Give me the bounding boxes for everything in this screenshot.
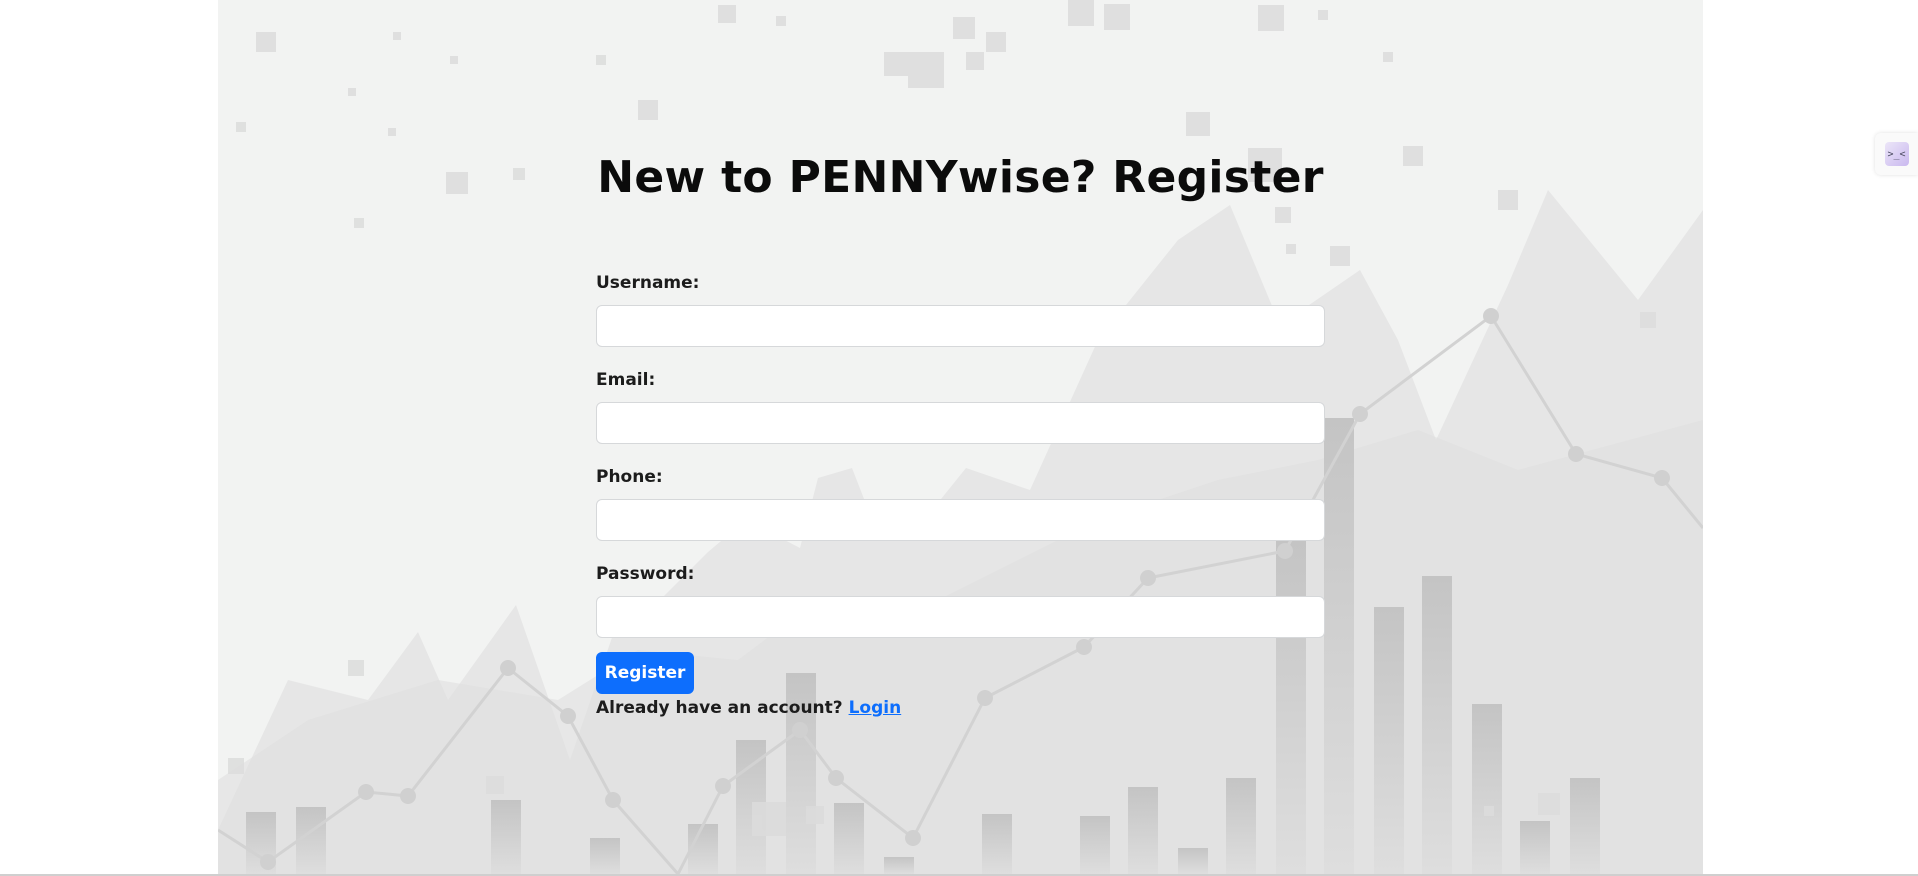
- phone-input[interactable]: [596, 499, 1325, 541]
- password-label: Password:: [596, 564, 695, 584]
- login-prompt: Already have an account? Login: [596, 698, 1325, 718]
- username-label: Username:: [596, 273, 700, 293]
- login-link[interactable]: Login: [849, 698, 902, 718]
- email-label: Email:: [596, 370, 656, 390]
- register-form: Username: Email: Phone: Password: Regist…: [596, 270, 1325, 718]
- email-input[interactable]: [596, 402, 1325, 444]
- password-input[interactable]: [596, 596, 1325, 638]
- register-button[interactable]: Register: [596, 652, 694, 694]
- terminal-icon: >_<: [1884, 142, 1909, 166]
- page-title: New to PENNYwise? Register: [597, 152, 1324, 203]
- side-widget-button[interactable]: >_<: [1875, 133, 1918, 175]
- username-input[interactable]: [596, 305, 1325, 347]
- login-prompt-text: Already have an account?: [596, 698, 849, 718]
- page: New to PENNYwise? Register Username: Ema…: [0, 0, 1918, 876]
- phone-label: Phone:: [596, 467, 663, 487]
